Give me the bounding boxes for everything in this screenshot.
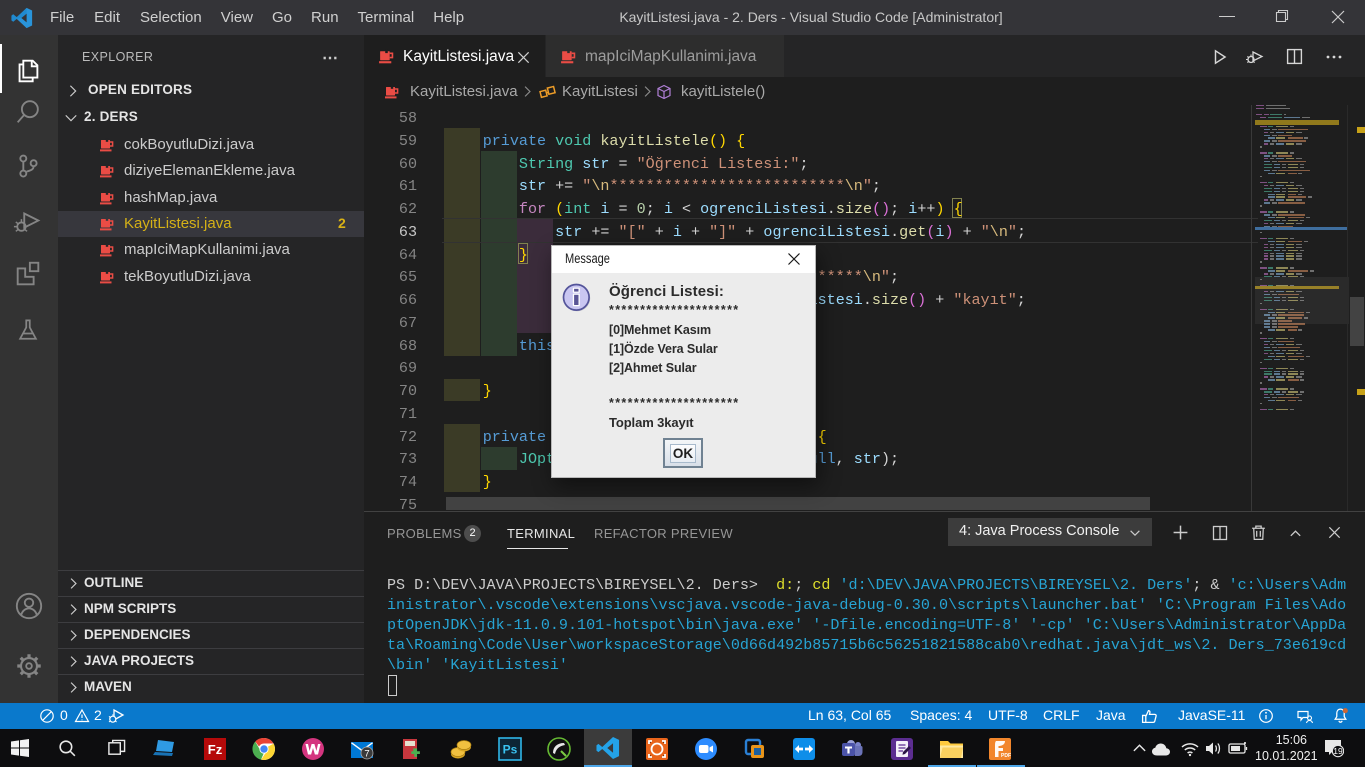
svg-text:PDF: PDF bbox=[1001, 753, 1011, 759]
svg-text:19: 19 bbox=[1333, 746, 1343, 756]
svg-text:Fz: Fz bbox=[208, 742, 223, 757]
svg-text:Ps: Ps bbox=[503, 743, 518, 757]
svg-text:7: 7 bbox=[364, 749, 369, 760]
